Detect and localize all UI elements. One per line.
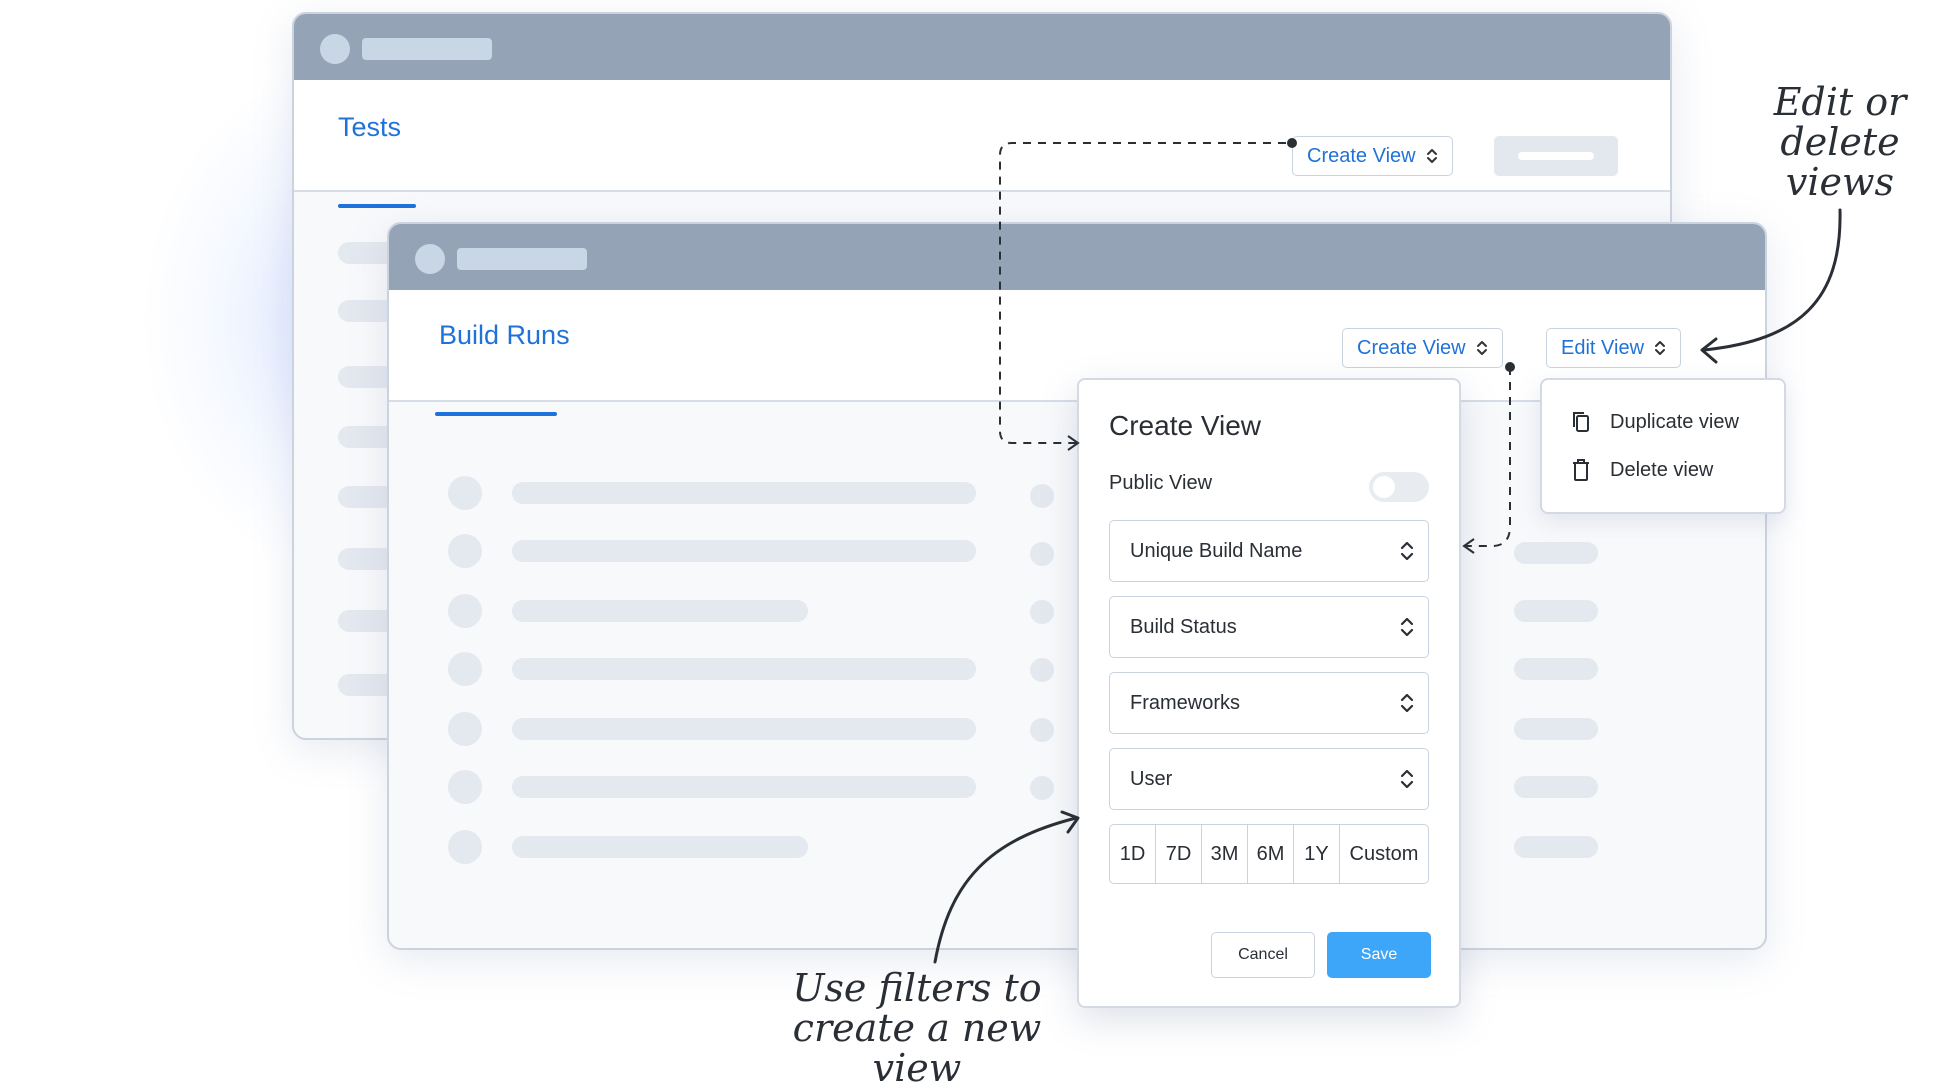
edit-or-delete-annotation: Edit or delete views: [1770, 82, 1910, 202]
annotation-line: views: [1785, 160, 1895, 204]
annotation-line: Use filters to: [792, 966, 1042, 1010]
annotation-line: create a new view: [792, 1006, 1042, 1090]
annotation-connectors: [933, 138, 1842, 964]
annotation-line: Edit or: [1773, 80, 1907, 124]
annotation-line: delete: [1780, 120, 1900, 164]
use-filters-annotation: Use filters to create a new view: [752, 968, 1082, 1088]
